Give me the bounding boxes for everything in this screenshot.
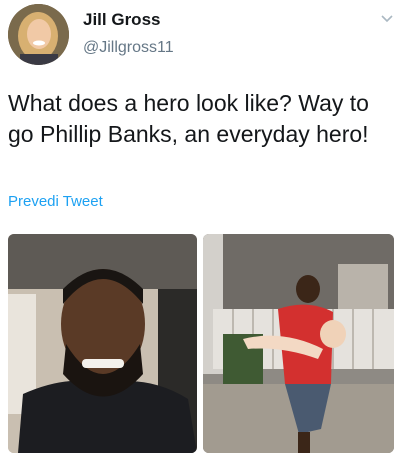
tweet-text: What does a hero look like? Way to go Ph…	[8, 90, 369, 147]
author-avatar[interactable]	[8, 4, 69, 65]
chevron-down-icon[interactable]	[380, 12, 394, 26]
translate-tweet-link[interactable]: Prevedi Tweet	[8, 193, 103, 210]
profile-photo-icon	[8, 4, 69, 65]
rescue-photo-icon	[203, 234, 394, 453]
author-handle[interactable]: @Jillgross11	[83, 39, 174, 57]
selfie-photo-icon	[8, 234, 197, 453]
tweet-photo-rescue[interactable]	[203, 234, 394, 453]
author-display-name[interactable]: Jill Gross	[83, 10, 160, 30]
tweet-photo-selfie[interactable]	[8, 234, 197, 453]
